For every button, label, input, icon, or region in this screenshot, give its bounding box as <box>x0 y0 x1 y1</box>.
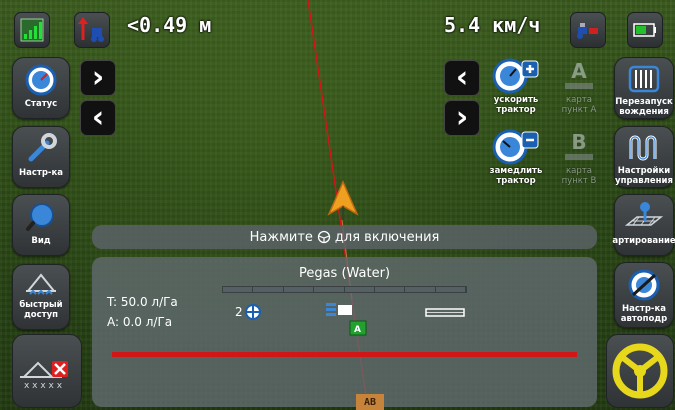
autosteer-setup-button[interactable]: Настр-ка автоподр <box>614 262 674 328</box>
shift-right-button[interactable]: › <box>444 100 480 136</box>
steering-settings-label: Настройки управления <box>615 166 673 186</box>
steering-wheel-icon <box>317 230 331 244</box>
actual-rate: A: 0.0 л/Га <box>107 315 173 329</box>
svg-text:A: A <box>354 325 361 335</box>
chevron-left-icon: ‹ <box>455 60 469 95</box>
speed-up-label: ускорить трактор <box>493 95 539 115</box>
point-b-icon <box>565 154 593 160</box>
banner-text-before: Нажмите <box>249 229 313 245</box>
engage-banner[interactable]: Нажмите для включения <box>92 225 597 249</box>
status-label: Статус <box>24 99 58 109</box>
tractor-icon[interactable] <box>74 12 110 48</box>
point-a-letter: A <box>571 59 587 83</box>
sprayer-icon <box>25 273 57 295</box>
speed-up-icon <box>492 58 539 94</box>
implement-panel: Pegas (Water) T: 50.0 л/Га A: 0.0 л/Га 2… <box>92 257 597 407</box>
ground-speed: 5.4 км/ч <box>444 13 541 37</box>
quick-access-label: быстрый доступ <box>19 300 63 320</box>
boom-sections-button[interactable]: x x x x x <box>12 334 82 408</box>
nozzle-icon: A <box>326 303 367 336</box>
settings-label: Настр-ка <box>19 168 63 178</box>
implement-name: Pegas (Water) <box>298 266 391 281</box>
slow-down-label: замедлить трактор <box>489 166 543 186</box>
restart-driving-button[interactable]: Перезапуск вождения <box>614 57 674 119</box>
chevron-right-icon: › <box>91 60 105 95</box>
battery-icon[interactable] <box>627 12 663 48</box>
nudge-left-button[interactable]: ‹ <box>80 100 116 136</box>
section-counter: 2 <box>235 303 262 321</box>
speedometer-icon <box>25 64 57 96</box>
section-bar <box>222 286 467 293</box>
point-b-label: карта пункт В <box>561 166 597 186</box>
vehicle-status-icon[interactable] <box>570 12 606 48</box>
serpentine-path-icon <box>629 135 657 161</box>
nudge-right-button[interactable]: › <box>80 60 116 96</box>
autosteer-setup-label: Настр-ка автоподр <box>620 304 668 324</box>
trailer-icon <box>425 308 465 317</box>
point-b-letter: B <box>571 130 587 154</box>
marking-label: артирование <box>612 236 675 246</box>
banner-text-after: для включения <box>334 229 440 245</box>
wrench-icon <box>28 133 57 162</box>
engage-autosteer-button[interactable] <box>606 334 674 408</box>
view-button[interactable]: Вид <box>12 194 70 256</box>
signal-icon[interactable] <box>14 12 50 48</box>
map-point-a-button[interactable]: A карта пункт А <box>550 57 608 119</box>
speed-up-button[interactable]: ускорить трактор <box>487 57 545 119</box>
section-count-value: 2 <box>235 305 243 319</box>
svg-text:x x x x x: x x x x x <box>24 381 63 391</box>
view-label: Вид <box>31 236 51 246</box>
cross-track-distance: <0.49 м <box>127 13 212 37</box>
chevron-left-icon: ‹ <box>91 100 105 135</box>
restart-driving-label: Перезапуск вождения <box>615 97 673 117</box>
magnifier-icon <box>26 203 54 231</box>
point-a-icon <box>565 83 593 89</box>
settings-button[interactable]: Настр-ка <box>12 126 70 188</box>
quick-access-button[interactable]: быстрый доступ <box>12 264 70 330</box>
crosshair-icon <box>244 304 261 320</box>
swath-lines-icon <box>628 65 660 93</box>
point-a-label: карта пункт А <box>561 95 597 115</box>
ab-line-marker: AB <box>356 394 384 410</box>
chevron-right-icon: › <box>455 100 469 135</box>
marking-button[interactable]: артирование <box>612 194 675 256</box>
slow-down-button[interactable]: замедлить трактор <box>487 128 545 190</box>
steering-wheel-icon <box>612 343 668 399</box>
boom-off-icon: x x x x x <box>20 361 68 391</box>
slow-down-icon <box>492 129 539 165</box>
steering-wheel-setup-icon <box>628 269 660 301</box>
boom-coverage-line <box>112 352 577 357</box>
steering-settings-button[interactable]: Настройки управления <box>614 126 674 188</box>
map-pin-icon <box>625 202 663 226</box>
shift-left-button[interactable]: ‹ <box>444 60 480 96</box>
status-button[interactable]: Статус <box>12 57 70 119</box>
map-point-b-button[interactable]: B карта пункт В <box>550 128 608 190</box>
vehicle-position-arrow <box>327 180 359 220</box>
target-rate: T: 50.0 л/Га <box>107 295 178 309</box>
